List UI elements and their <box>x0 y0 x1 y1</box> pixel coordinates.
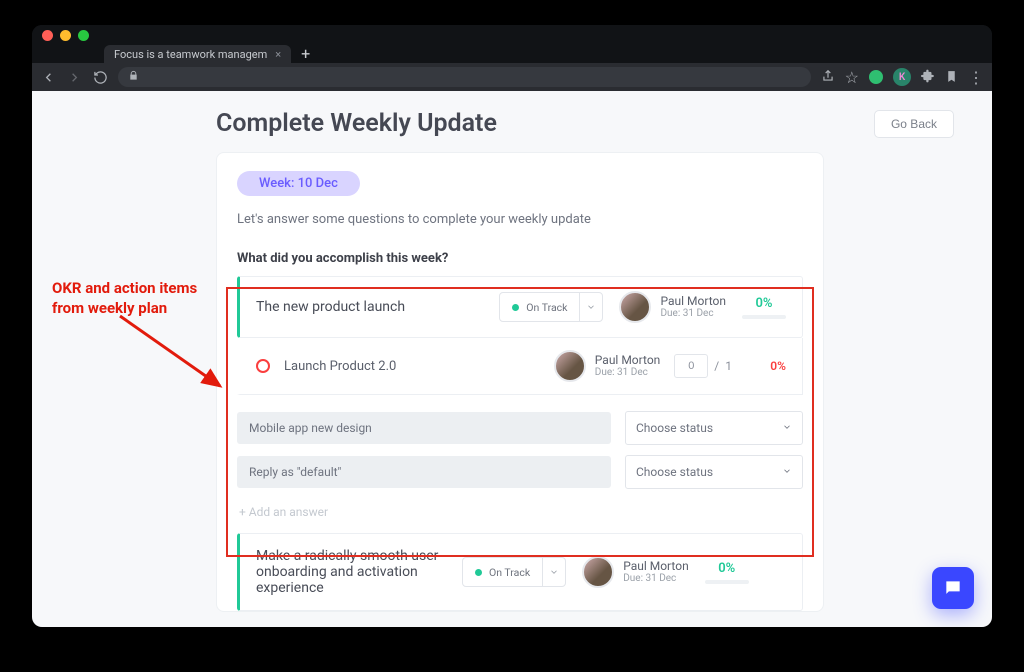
fraction-input: / 1 <box>674 354 732 378</box>
status-dot-icon <box>475 569 482 576</box>
intro-text: Let's answer some questions to complete … <box>237 212 803 227</box>
answer-text[interactable]: Reply as "default" <box>237 456 611 488</box>
due-date: Due: 31 Dec <box>595 367 661 378</box>
chat-fab[interactable] <box>932 567 974 609</box>
status-label: On Track <box>489 566 530 579</box>
traffic-lights <box>42 30 89 41</box>
profile-avatar[interactable]: K <box>893 68 911 86</box>
browser-tab[interactable]: Focus is a teamwork managem × <box>104 45 291 63</box>
okr-title: Make a radically smooth user onboarding … <box>256 548 446 596</box>
avatar <box>582 556 614 588</box>
assignee: Paul Morton Due: 31 Dec <box>554 350 661 382</box>
tab-title: Focus is a teamwork managem <box>114 48 267 61</box>
minimize-window-icon[interactable] <box>60 30 71 41</box>
chevron-down-icon[interactable] <box>579 293 602 321</box>
answer-row: Reply as "default" Choose status <box>237 455 803 489</box>
annotation-line: OKR and action items <box>52 278 197 298</box>
subitem-title: Launch Product 2.0 <box>284 359 540 374</box>
weekly-update-card: Week: 10 Dec Let's answer some questions… <box>216 152 824 612</box>
assignee: Paul Morton Due: 31 Dec <box>619 291 726 323</box>
okr-item: Make a radically smooth user onboarding … <box>237 533 803 611</box>
status-button[interactable]: On Track <box>463 558 542 586</box>
assignee-name: Paul Morton <box>623 560 689 574</box>
go-back-button[interactable]: Go Back <box>874 110 954 138</box>
okr-title: The new product launch <box>256 299 483 315</box>
extensions-icon[interactable] <box>921 68 935 87</box>
assignee-name: Paul Morton <box>595 354 661 368</box>
avatar <box>554 350 586 382</box>
back-icon[interactable] <box>40 69 56 85</box>
add-answer-button[interactable]: + Add an answer <box>239 505 803 519</box>
progress-bar <box>742 315 786 319</box>
progress-block: 0% <box>742 296 786 319</box>
percent-label: 0% <box>746 359 786 373</box>
assignee-name: Paul Morton <box>660 295 726 309</box>
status-dot-icon <box>512 304 519 311</box>
toolbar-right: ☆ K ⋮ <box>821 68 984 87</box>
forward-icon[interactable] <box>66 69 82 85</box>
url-field[interactable] <box>118 67 811 87</box>
status-button[interactable]: On Track <box>500 293 579 321</box>
progress-block: 0% <box>705 561 749 584</box>
chevron-down-icon <box>782 421 792 435</box>
status-selector[interactable]: On Track <box>462 557 566 587</box>
percent-label: 0% <box>705 561 749 576</box>
answer-text[interactable]: Mobile app new design <box>237 412 611 444</box>
avatar <box>619 291 651 323</box>
okr-subitem: Launch Product 2.0 Paul Morton Due: 31 D… <box>237 338 803 395</box>
select-placeholder: Choose status <box>636 465 713 479</box>
due-date: Due: 31 Dec <box>623 573 689 584</box>
reload-icon[interactable] <box>92 69 108 85</box>
status-selector[interactable]: On Track <box>499 292 603 322</box>
progress-bar <box>705 580 749 584</box>
close-tab-icon[interactable]: × <box>275 48 281 61</box>
status-select[interactable]: Choose status <box>625 455 803 489</box>
share-icon[interactable] <box>821 68 835 87</box>
fraction-numerator-input[interactable] <box>674 354 708 378</box>
maximize-window-icon[interactable] <box>78 30 89 41</box>
percent-label: 0% <box>742 296 786 311</box>
due-date: Due: 31 Dec <box>660 308 726 319</box>
chevron-down-icon[interactable] <box>542 558 565 586</box>
okr-item: The new product launch On Track <box>237 276 803 338</box>
star-icon[interactable]: ☆ <box>845 68 859 87</box>
fraction-denominator: 1 <box>725 359 732 373</box>
status-ring-icon <box>256 359 270 373</box>
tab-strip: Focus is a teamwork managem × + <box>32 45 992 63</box>
page-title: Complete Weekly Update <box>216 109 497 138</box>
annotation-text: OKR and action items from weekly plan <box>52 278 197 319</box>
chevron-down-icon <box>782 465 792 479</box>
select-placeholder: Choose status <box>636 421 713 435</box>
new-tab-button[interactable]: + <box>291 44 320 63</box>
window-titlebar <box>32 25 992 45</box>
page-header: Complete Weekly Update Go Back <box>216 109 954 138</box>
fraction-separator: / <box>714 359 719 373</box>
answer-row: Mobile app new design Choose status <box>237 411 803 445</box>
lock-icon <box>128 70 139 84</box>
week-pill: Week: 10 Dec <box>237 171 360 196</box>
browser-toolbar: ☆ K ⋮ <box>32 63 992 91</box>
kebab-menu-icon[interactable]: ⋮ <box>968 68 984 87</box>
close-window-icon[interactable] <box>42 30 53 41</box>
stage: Focus is a teamwork managem × + ☆ K ⋮ <box>0 0 1024 672</box>
chat-icon <box>943 578 963 598</box>
status-select[interactable]: Choose status <box>625 411 803 445</box>
annotation-arrow-icon <box>120 316 240 396</box>
question-title: What did you accomplish this week? <box>237 251 803 266</box>
extension-circle-icon[interactable] <box>869 70 883 84</box>
assignee: Paul Morton Due: 31 Dec <box>582 556 689 588</box>
bookmark-icon[interactable] <box>945 68 958 87</box>
status-label: On Track <box>526 301 567 314</box>
